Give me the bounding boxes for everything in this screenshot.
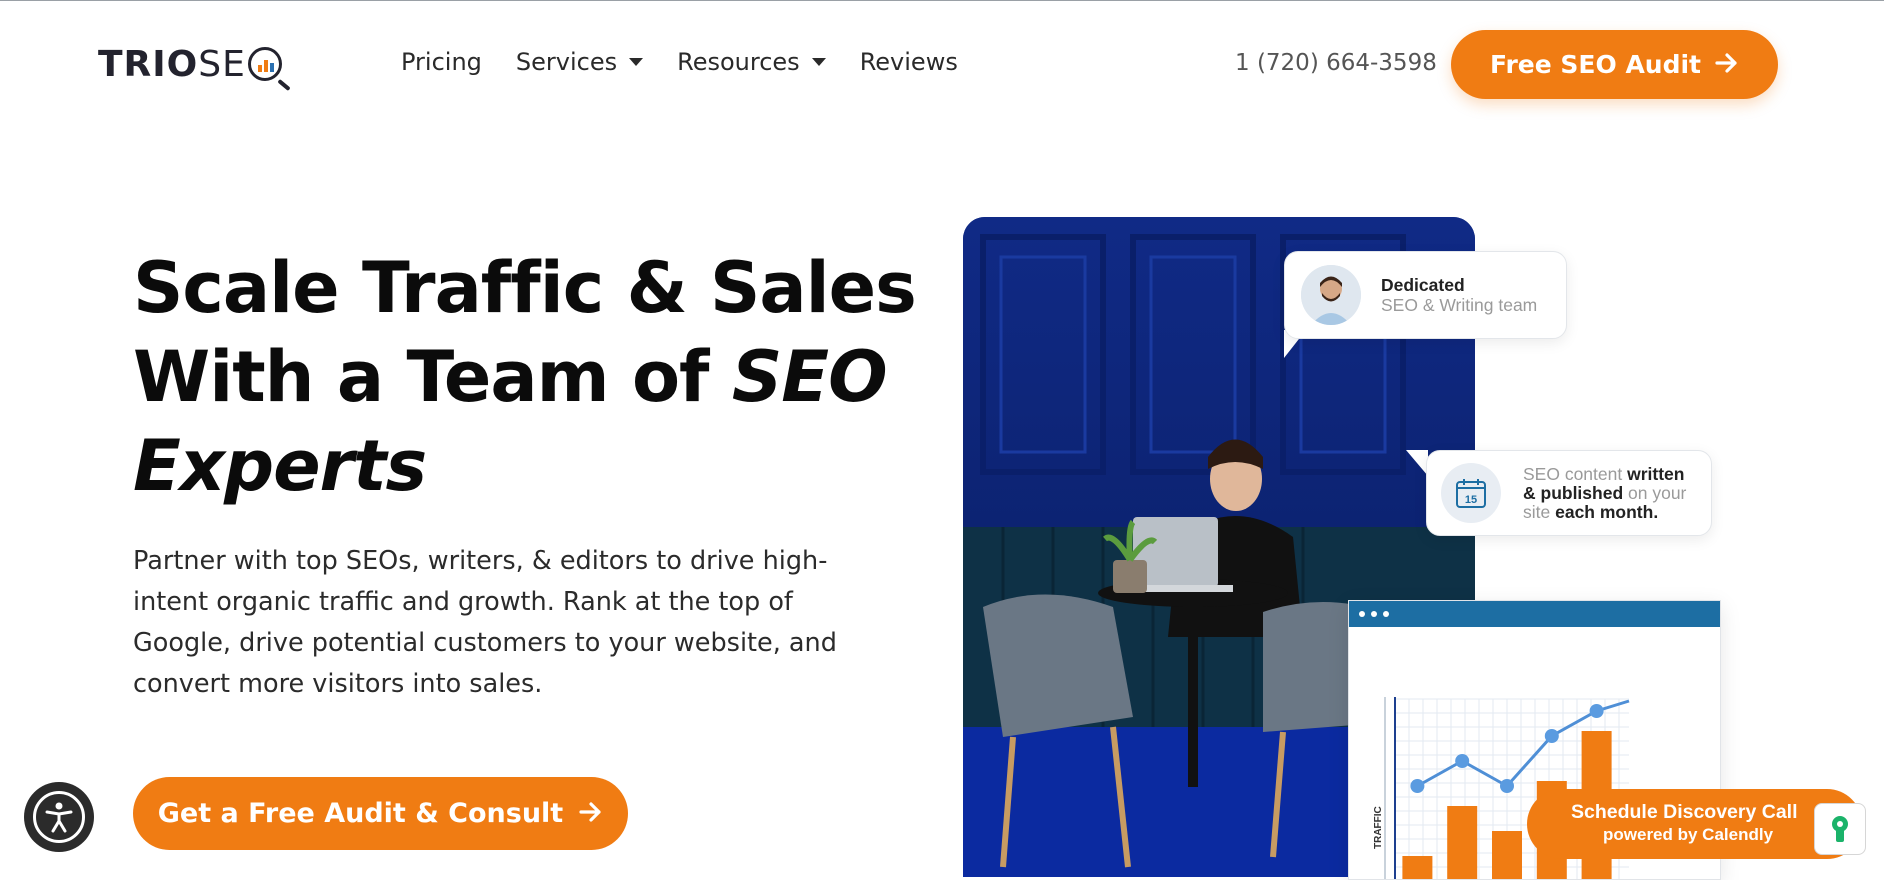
y-axis-label: TRAFFIC bbox=[1373, 806, 1384, 849]
nav-item-resources[interactable]: Resources bbox=[677, 48, 826, 76]
bubble-tail bbox=[1406, 450, 1428, 476]
calendly-sublabel: powered by Calendly bbox=[1603, 825, 1774, 844]
nav-label: Services bbox=[515, 48, 618, 76]
calendar-day: 15 bbox=[1465, 494, 1477, 506]
logo-text-light: SE bbox=[198, 43, 246, 85]
calendly-badge[interactable] bbox=[1814, 803, 1866, 855]
content-bubble: 15 SEO content written & published on yo… bbox=[1426, 450, 1712, 536]
arrow-right-icon bbox=[579, 800, 603, 828]
phone-link[interactable]: 1 (720) 664-3598 bbox=[1235, 50, 1437, 76]
top-border bbox=[0, 0, 1884, 1]
bar bbox=[1402, 856, 1433, 879]
team-title: Dedicated bbox=[1381, 275, 1465, 295]
schedule-discovery-call-button[interactable]: Schedule Discovery Call powered by Calen… bbox=[1527, 789, 1862, 859]
arrow-right-icon bbox=[1715, 51, 1739, 79]
free-audit-consult-button[interactable]: Get a Free Audit & Consult bbox=[133, 777, 628, 850]
data-point bbox=[1455, 754, 1470, 768]
main-nav: Pricing Services Resources Reviews bbox=[401, 48, 992, 76]
logo[interactable]: TRIO SE bbox=[98, 40, 282, 88]
data-point bbox=[1410, 779, 1425, 793]
hero-description: Partner with top SEOs, writers, & editor… bbox=[133, 546, 837, 699]
button-label: Get a Free Audit & Consult bbox=[157, 798, 564, 829]
nav-item-pricing[interactable]: Pricing bbox=[401, 48, 482, 76]
title-line-3-italic: Experts bbox=[133, 425, 427, 507]
hero-title: Scale Traffic & Sales With a Team of SEO… bbox=[133, 244, 933, 511]
avatar bbox=[1301, 265, 1361, 325]
data-point bbox=[1589, 704, 1604, 718]
data-point bbox=[1500, 779, 1514, 793]
team-bubble: Dedicated SEO & Writing team bbox=[1284, 251, 1567, 339]
nav-item-services[interactable]: Services bbox=[515, 48, 644, 76]
magnifier-chart-icon bbox=[247, 47, 282, 81]
window-dot bbox=[1383, 611, 1389, 617]
window-dot bbox=[1371, 611, 1377, 617]
title-line-1: Scale Traffic & Sales bbox=[133, 247, 917, 329]
window-dot bbox=[1359, 611, 1365, 617]
nav-label: Pricing bbox=[401, 48, 482, 76]
nav-label: Resources bbox=[677, 48, 800, 76]
bar bbox=[1447, 806, 1478, 879]
caret-down-icon bbox=[811, 58, 826, 66]
team-subtitle: SEO & Writing team bbox=[1381, 295, 1538, 315]
content-text: SEO content written & published on your … bbox=[1523, 463, 1687, 522]
keyhole-icon bbox=[1832, 816, 1848, 842]
data-point bbox=[1544, 729, 1559, 743]
accessibility-icon bbox=[33, 791, 85, 843]
logo-text-bold: TRIO bbox=[98, 43, 199, 85]
button-label: Free SEO Audit bbox=[1489, 50, 1702, 79]
calendar-icon: 15 bbox=[1441, 463, 1501, 523]
title-line-2: With a Team of bbox=[133, 336, 732, 418]
caret-down-icon bbox=[629, 58, 644, 66]
nav-item-reviews[interactable]: Reviews bbox=[860, 48, 958, 76]
title-line-2-italic: SEO bbox=[731, 336, 888, 418]
calendly-label: Schedule Discovery Call bbox=[1571, 801, 1798, 823]
window-bar bbox=[1349, 601, 1720, 627]
accessibility-button[interactable] bbox=[24, 782, 94, 852]
free-seo-audit-button[interactable]: Free SEO Audit bbox=[1451, 30, 1778, 99]
nav-label: Reviews bbox=[859, 48, 958, 76]
